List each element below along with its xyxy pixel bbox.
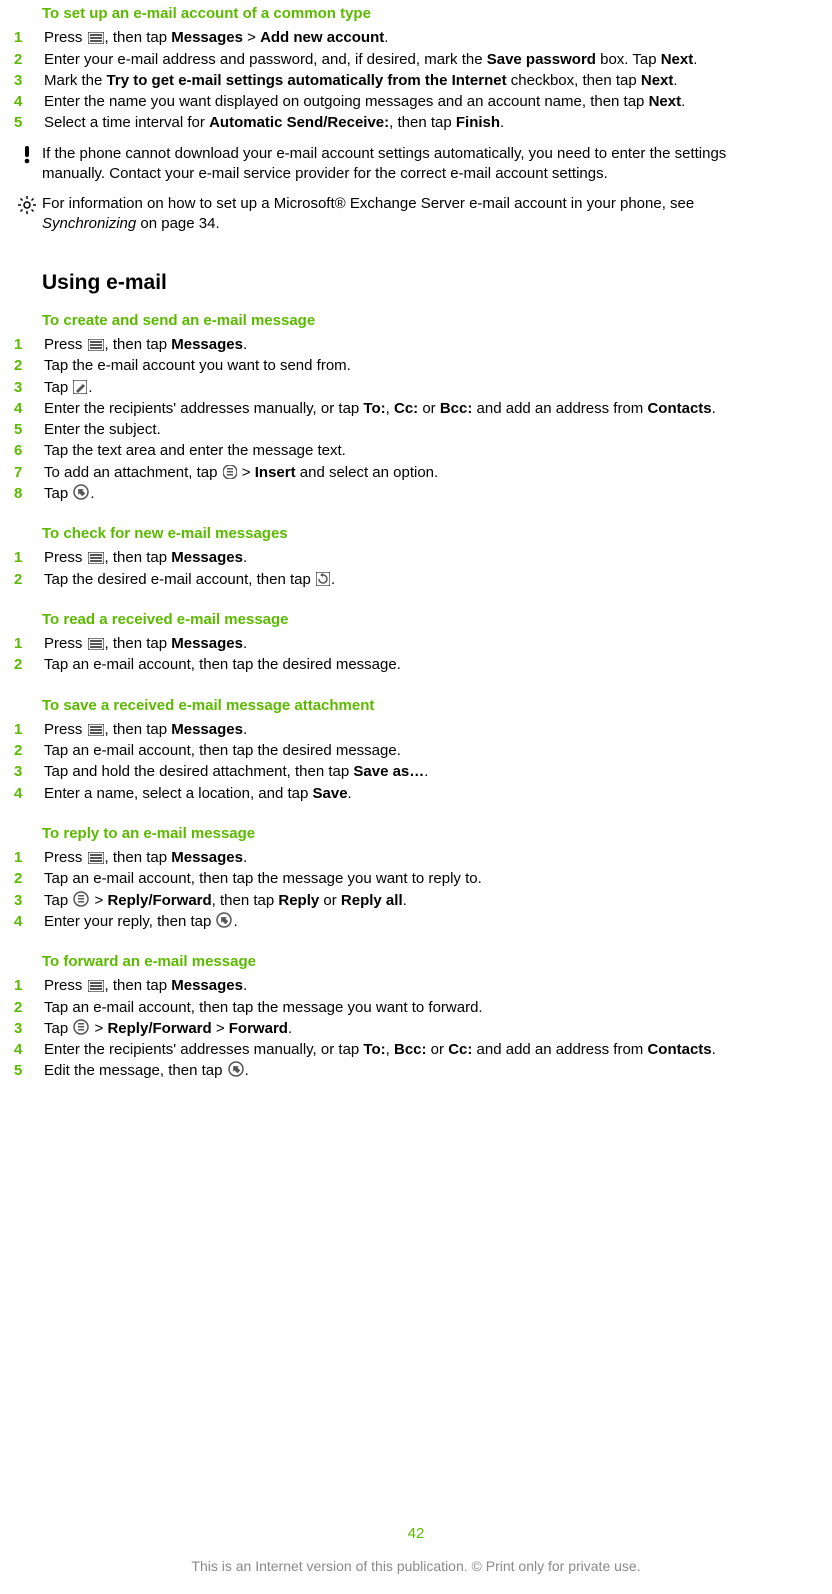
step-text: Enter your reply, then tap .: [44, 912, 792, 932]
forward-heading: To forward an e-mail message: [42, 952, 792, 972]
step-text: Tap an e-mail account, then tap the mess…: [44, 998, 792, 1018]
step-number: 2: [12, 741, 44, 761]
step-text: Enter your e-mail address and password, …: [44, 50, 792, 70]
check-heading: To check for new e-mail messages: [42, 524, 792, 544]
step-text: Enter the subject.: [44, 420, 792, 440]
step-text: Tap an e-mail account, then tap the mess…: [44, 869, 792, 889]
menu-icon: [88, 980, 104, 992]
options-icon: [73, 891, 89, 907]
using-email-heading: Using e-mail: [42, 269, 792, 297]
reply-heading: To reply to an e-mail message: [42, 824, 792, 844]
step-text: Tap and hold the desired attachment, the…: [44, 762, 792, 782]
step-text: Enter a name, select a location, and tap…: [44, 784, 792, 804]
menu-icon: [88, 339, 104, 351]
step-number: 4: [12, 399, 44, 419]
step-number: 2: [12, 998, 44, 1018]
step-number: 3: [12, 378, 44, 398]
step-number: 3: [12, 1019, 44, 1039]
step-number: 7: [12, 463, 44, 483]
menu-icon: [88, 32, 104, 44]
step-number: 2: [12, 50, 44, 70]
step-text: Tap > Reply/Forward, then tap Reply or R…: [44, 891, 792, 911]
step-number: 5: [12, 420, 44, 440]
setup-heading: To set up an e-mail account of a common …: [42, 4, 792, 24]
create-heading: To create and send an e-mail message: [42, 311, 792, 331]
check-steps: 1Press , then tap Messages. 2Tap the des…: [12, 548, 792, 590]
step-number: 2: [12, 655, 44, 675]
step-number: 4: [12, 1040, 44, 1060]
compose-icon: [73, 380, 87, 394]
step-number: 1: [12, 720, 44, 740]
step-text: Press , then tap Messages > Add new acco…: [44, 28, 792, 48]
step-number: 8: [12, 484, 44, 504]
warning-note: If the phone cannot download your e-mail…: [12, 144, 792, 185]
tip-icon: [18, 196, 36, 214]
setup-steps: 1Press , then tap Messages > Add new acc…: [12, 28, 792, 133]
warning-text: If the phone cannot download your e-mail…: [42, 144, 792, 185]
step-text: Press , then tap Messages.: [44, 548, 792, 568]
step-number: 4: [12, 92, 44, 112]
step-text: Press , then tap Messages.: [44, 976, 792, 996]
step-number: 1: [12, 848, 44, 868]
step-text: Tap an e-mail account, then tap the desi…: [44, 655, 792, 675]
send-icon: [228, 1061, 244, 1077]
attach-icon: [223, 465, 237, 479]
page-number: 42: [0, 1524, 832, 1544]
send-icon: [73, 484, 89, 500]
step-text: Enter the recipients' addresses manually…: [44, 1040, 792, 1060]
menu-icon: [88, 724, 104, 736]
step-number: 4: [12, 784, 44, 804]
step-number: 1: [12, 976, 44, 996]
create-steps: 1Press , then tap Messages. 2Tap the e-m…: [12, 335, 792, 504]
refresh-icon: [316, 572, 330, 586]
step-number: 2: [12, 356, 44, 376]
step-number: 1: [12, 28, 44, 48]
step-text: Tap the text area and enter the message …: [44, 441, 792, 461]
menu-icon: [88, 638, 104, 650]
step-number: 1: [12, 335, 44, 355]
step-text: Tap the e-mail account you want to send …: [44, 356, 792, 376]
options-icon: [73, 1019, 89, 1035]
step-text: Tap the desired e-mail account, then tap…: [44, 570, 792, 590]
step-text: Press , then tap Messages.: [44, 335, 792, 355]
read-heading: To read a received e-mail message: [42, 610, 792, 630]
step-number: 1: [12, 634, 44, 654]
step-number: 5: [12, 1061, 44, 1081]
step-number: 3: [12, 891, 44, 911]
step-text: Enter the recipients' addresses manually…: [44, 399, 792, 419]
step-number: 2: [12, 869, 44, 889]
step-text: Press , then tap Messages.: [44, 848, 792, 868]
reply-steps: 1Press , then tap Messages. 2Tap an e-ma…: [12, 848, 792, 932]
menu-icon: [88, 852, 104, 864]
send-icon: [216, 912, 232, 928]
save-steps: 1Press , then tap Messages. 2Tap an e-ma…: [12, 720, 792, 804]
step-text: Edit the message, then tap .: [44, 1061, 792, 1081]
step-text: Press , then tap Messages.: [44, 634, 792, 654]
step-number: 6: [12, 441, 44, 461]
read-steps: 1Press , then tap Messages. 2Tap an e-ma…: [12, 634, 792, 676]
step-text: Tap > Reply/Forward > Forward.: [44, 1019, 792, 1039]
step-text: Mark the Try to get e-mail settings auto…: [44, 71, 792, 91]
step-number: 4: [12, 912, 44, 932]
step-text: Tap an e-mail account, then tap the desi…: [44, 741, 792, 761]
step-number: 2: [12, 570, 44, 590]
step-text: Press , then tap Messages.: [44, 720, 792, 740]
step-text: Enter the name you want displayed on out…: [44, 92, 792, 112]
step-number: 3: [12, 71, 44, 91]
step-text: Tap .: [44, 378, 792, 398]
footer-note: This is an Internet version of this publ…: [0, 1557, 832, 1576]
tip-note: For information on how to set up a Micro…: [12, 194, 792, 235]
save-heading: To save a received e-mail message attach…: [42, 696, 792, 716]
step-number: 3: [12, 762, 44, 782]
forward-steps: 1Press , then tap Messages. 2Tap an e-ma…: [12, 976, 792, 1081]
menu-icon: [88, 552, 104, 564]
step-number: 1: [12, 548, 44, 568]
warn-icon: [20, 146, 34, 164]
step-text: To add an attachment, tap > Insert and s…: [44, 463, 792, 483]
tip-text: For information on how to set up a Micro…: [42, 194, 792, 235]
step-text: Select a time interval for Automatic Sen…: [44, 113, 792, 133]
step-text: Tap .: [44, 484, 792, 504]
step-number: 5: [12, 113, 44, 133]
